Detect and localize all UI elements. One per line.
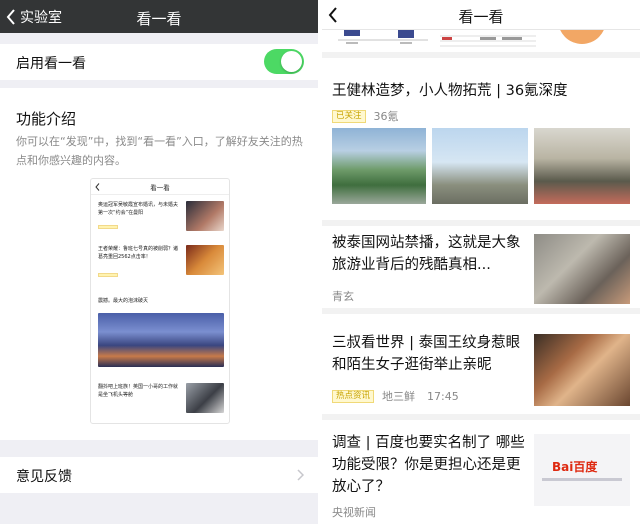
- hot-news-tag: 热点资讯: [332, 389, 375, 403]
- article-image: [534, 334, 630, 406]
- settings-nav-bar: 实验室 看一看: [0, 0, 318, 33]
- article-image: Bai百度: [534, 434, 630, 506]
- pie-thumbnail: [558, 30, 606, 44]
- preview-item-text: 王者荣耀：鲁班七号真的被削弱？诸葛亮重回2562点击率！: [98, 246, 179, 260]
- article-source: 央视新闻: [332, 506, 376, 519]
- article-source: 地三鲜: [382, 390, 416, 403]
- preview-item-tag: [98, 225, 118, 229]
- article-image: [534, 234, 630, 304]
- article-title: 三叔看世界 | 泰国王纹身惹眼: [332, 335, 521, 351]
- article-image: [534, 128, 630, 204]
- preview-thumb: [186, 383, 224, 413]
- preview-item: 翻抖吧上班族！英国一小哥的工作就是坐飞机头等舱: [98, 383, 224, 417]
- feature-intro-section: 功能介绍 你可以在“发现”中，找到“看一看”入口，了解好友关注的热点和你感兴趣的…: [0, 88, 318, 440]
- switch-knob: [281, 51, 302, 72]
- feed-pane: 看一看 王健林造梦，小人物拓荒 | 36氪深度 已关注 36氪 被泰国网站禁播，…: [322, 0, 640, 524]
- feedback-row[interactable]: 意见反馈: [0, 457, 318, 493]
- article-card[interactable]: 王健林造梦，小人物拓荒 | 36氪深度 已关注 36氪: [322, 64, 640, 226]
- preview-item: 王者荣耀：鲁班七号真的被削弱？诸葛亮重回2562点击率！: [98, 245, 224, 279]
- intro-heading: 功能介绍: [16, 110, 77, 128]
- preview-title: 看一看: [150, 184, 170, 192]
- article-image: [432, 128, 528, 204]
- article-meta: 热点资讯 地三鲜 17:45: [332, 388, 459, 404]
- article-card[interactable]: 三叔看世界 | 泰国王纹身惹眼 和陌生女子逛街举止亲昵 热点资讯 地三鲜 17:…: [322, 320, 640, 420]
- article-meta: 央视新闻: [332, 504, 376, 520]
- preview-item: 震撼。最大的泡沫破灭: [98, 297, 224, 307]
- page-title: 看一看: [136, 10, 182, 28]
- article-title: 和陌生女子逛街举止亲昵: [332, 357, 492, 373]
- article-title: 功能受限？你是更担心还是更: [332, 457, 521, 473]
- logo-caption-line: [542, 478, 622, 481]
- article-title: 调查 | 百度也要实名制了 哪些: [332, 435, 525, 451]
- preview-screenshot: 看一看 奥运冠军吴敏霞宣布婚讯，与未婚夫第一次“约会”在曼阳 王者荣耀：鲁班七号…: [90, 178, 230, 424]
- bar-chart-thumbnail: [338, 30, 428, 44]
- enable-toggle-row: 启用看一看: [0, 44, 318, 80]
- enable-switch[interactable]: [264, 49, 304, 74]
- table-thumbnail: [440, 35, 536, 47]
- chevron-right-icon: [297, 469, 304, 481]
- preview-big-image: [98, 313, 224, 367]
- article-title: 旅游业背后的残酷真相...: [332, 257, 491, 273]
- article-title: 王健林造梦，小人物拓荒 | 36氪深度: [332, 83, 568, 99]
- preview-item-text: 震撼。最大的泡沫破灭: [98, 298, 149, 304]
- settings-pane: 实验室 看一看 启用看一看 功能介绍 你可以在“发现”中，找到“看一看”入口，了…: [0, 0, 318, 524]
- preview-item-text: 奥运冠军吴敏霞宣布婚讯，与未婚夫第一次“约会”在曼阳: [98, 202, 179, 216]
- feed-nav-bar: 看一看: [322, 0, 640, 30]
- article-card[interactable]: 被泰国网站禁播，这就是大象 旅游业背后的残酷真相... 青玄: [322, 226, 640, 314]
- article-meta: 青玄: [332, 288, 354, 304]
- enable-toggle-label: 启用看一看: [16, 56, 86, 72]
- feed-title: 看一看: [458, 8, 504, 26]
- preview-item: 奥运冠军吴敏霞宣布婚讯，与未婚夫第一次“约会”在曼阳: [98, 201, 224, 235]
- article-time: 17:45: [427, 389, 459, 403]
- article-source: 青玄: [332, 290, 354, 303]
- article-title: 放心了？: [332, 479, 390, 495]
- preview-nav: 看一看: [91, 179, 229, 195]
- follow-tag: 已关注: [332, 109, 366, 123]
- baidu-logo: Bai百度: [552, 460, 598, 474]
- preview-thumb: [186, 201, 224, 231]
- intro-description: 你可以在“发现”中，找到“看一看”入口，了解好友关注的热点和你感兴趣的内容。: [16, 135, 303, 167]
- preview-thumb: [186, 245, 224, 275]
- feedback-label: 意见反馈: [16, 469, 72, 485]
- article-image: [332, 128, 426, 204]
- article-title: 被泰国网站禁播，这就是大象: [332, 235, 521, 251]
- preview-item-text: 翻抖吧上班族！英国一小哥的工作就是坐飞机头等舱: [98, 384, 179, 398]
- article-source: 36氪: [373, 110, 399, 123]
- previous-article-remnant: [322, 30, 640, 58]
- article-card[interactable]: 调查 | 百度也要实名制了 哪些 功能受限？你是更担心还是更 放心了？ 央视新闻…: [322, 420, 640, 524]
- article-meta: 已关注 36氪: [332, 108, 399, 124]
- preview-item-tag: [98, 273, 118, 277]
